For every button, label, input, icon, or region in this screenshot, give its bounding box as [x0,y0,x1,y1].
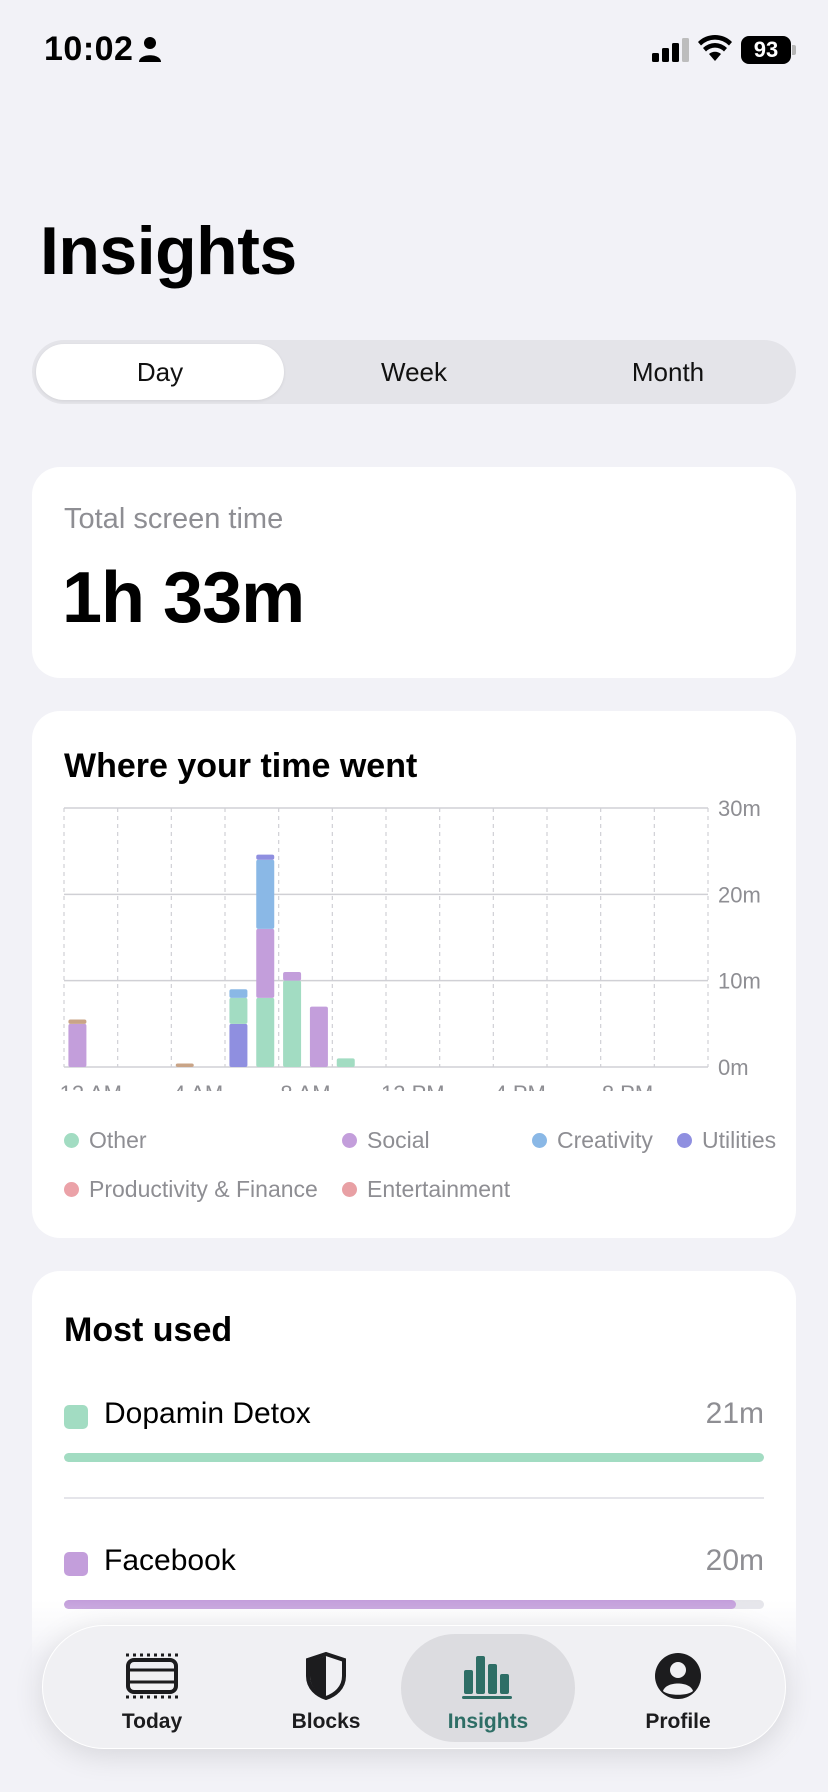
legend-color-dot [677,1132,692,1148]
most-used-title: Most used [64,1311,233,1349]
period-segmented-control: Day Week Month [32,340,796,404]
legend-label: Utilities [702,1127,777,1153]
battery-indicator: 93 [741,36,791,64]
chart-bar-segment [256,854,275,860]
app-color-swatch [64,1552,88,1576]
row-divider [64,1497,764,1499]
chart-bar-segment [229,989,248,998]
battery-tip [792,45,796,55]
chart-bar-segment [283,972,302,981]
y-tick-label: 30m [718,796,761,821]
legend-label: Social [367,1127,430,1153]
x-tick-label: 8 PM [602,1081,653,1091]
legend-item: Other [64,1127,147,1157]
tab-label: Profile [645,1710,711,1733]
bar-chart-icon [462,1656,512,1699]
usage-bar-fill [64,1453,764,1462]
chart-bar-segment [229,997,248,1024]
hourly-usage-chart: 0m 10m 20m 30m 12 AM 4 AM 8 AM 12 PM 4 PM 8 PM [60,796,761,1091]
app-time: 21m [705,1397,764,1430]
legend-color-dot [342,1181,357,1197]
profile-icon [655,1653,701,1699]
app-name: Facebook [104,1544,236,1577]
chart-bar-segment [256,859,275,929]
y-tick-label: 0m [718,1055,749,1080]
chart-bar-segment [229,1023,248,1067]
x-tick-label: 12 AM [60,1081,122,1091]
total-screen-time-label: Total screen time [64,503,284,535]
segment-day[interactable]: Day [36,344,284,400]
tab-insights[interactable]: Insights [401,1634,575,1742]
legend-item: Creativity [532,1127,653,1157]
tab-profile[interactable]: Profile [591,1634,765,1742]
shield-icon [306,1652,346,1700]
legend-label: Creativity [557,1127,653,1153]
legend-label: Productivity & Finance [89,1176,318,1202]
segment-month[interactable]: Month [544,344,792,400]
today-icon [126,1653,178,1699]
legend-item: Social [342,1127,430,1157]
usage-bar-track [64,1453,764,1462]
x-tick-label: 4 PM [494,1081,545,1091]
tab-today[interactable]: Today [65,1634,239,1742]
legend-color-dot [532,1132,547,1148]
legend-item: Entertainment [342,1176,510,1206]
y-tick-label: 10m [718,969,761,994]
chart-bar-segment [68,1023,87,1067]
chart-bar-segment [175,1063,194,1067]
app-row-dopamin-detox[interactable]: Dopamin Detox 21m [64,1397,764,1467]
segment-week[interactable]: Week [290,344,538,400]
chart-bar-segment [256,928,275,998]
tab-label: Blocks [291,1710,361,1733]
person-icon [139,37,161,62]
app-time: 20m [705,1544,764,1577]
legend-color-dot [64,1132,79,1148]
chart-bar-segment [256,997,275,1067]
status-bar: 10:02 93 [0,0,828,100]
legend-color-dot [342,1132,357,1148]
app-color-swatch [64,1405,88,1429]
x-tick-label: 12 PM [381,1081,445,1091]
x-tick-label: 4 AM [173,1081,223,1091]
tab-blocks[interactable]: Blocks [239,1634,413,1742]
tab-label: Insights [447,1710,529,1733]
chart-bar-segment [68,1019,87,1024]
total-screen-time-card: Total screen time 1h 33m [32,467,796,678]
cellular-signal-icon [652,38,689,62]
y-tick-label: 20m [718,882,761,907]
legend-color-dot [64,1181,79,1197]
legend-label: Entertainment [367,1176,511,1202]
app-name: Dopamin Detox [104,1397,311,1430]
x-tick-label: 8 AM [280,1081,330,1091]
chart-bar-segment [283,980,302,1067]
tab-bar: Today Blocks Insights Profile [42,1625,786,1749]
tab-label: Today [121,1710,183,1733]
status-time: 10:02 [44,30,134,68]
legend-label: Other [89,1127,147,1153]
total-screen-time-value: 1h 33m [62,558,305,638]
chart-bar-segment [336,1058,355,1067]
page-title: Insights [40,213,297,289]
wifi-icon [698,34,732,61]
legend-item: Productivity & Finance [64,1176,318,1206]
chart-bar-segment [309,1006,328,1067]
legend-item: Utilities [677,1127,776,1157]
time-breakdown-card: Where your time went 0m10m20m30m12 AM4 A… [32,711,796,1238]
